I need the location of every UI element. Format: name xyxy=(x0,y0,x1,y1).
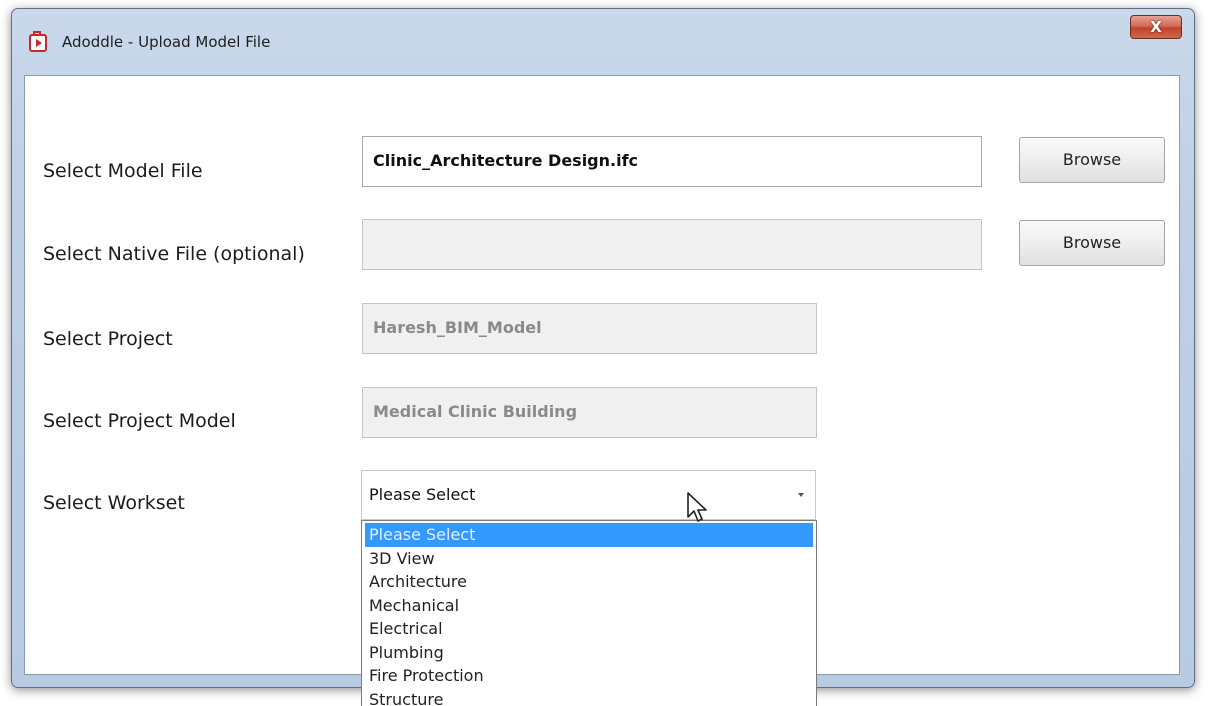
workset-option[interactable]: Plumbing xyxy=(362,641,816,665)
workset-option[interactable]: Electrical xyxy=(362,617,816,641)
close-icon: X xyxy=(1150,18,1162,36)
project-label: Select Project xyxy=(43,328,173,350)
project-model-label: Select Project Model xyxy=(43,410,236,432)
workset-option[interactable]: Architecture xyxy=(362,570,816,594)
close-button[interactable]: X xyxy=(1130,15,1182,39)
project-model-field: Medical Clinic Building xyxy=(362,387,817,438)
workset-select[interactable]: Please Select xyxy=(361,470,816,520)
workset-option[interactable]: Structure xyxy=(362,688,816,706)
window-title: Adoddle - Upload Model File xyxy=(62,33,271,51)
workset-option[interactable]: Fire Protection xyxy=(362,664,816,688)
native-file-label: Select Native File (optional) xyxy=(43,243,305,265)
native-file-browse-button[interactable]: Browse xyxy=(1019,220,1165,266)
model-file-browse-button[interactable]: Browse xyxy=(1019,137,1165,183)
title-bar[interactable]: Adoddle - Upload Model File X xyxy=(12,9,1194,77)
model-file-field[interactable]: Clinic_Architecture Design.ifc xyxy=(362,136,982,187)
project-field: Haresh_BIM_Model xyxy=(362,303,817,354)
workset-option[interactable]: Mechanical xyxy=(362,594,816,618)
chevron-down-icon[interactable] xyxy=(798,493,804,497)
model-file-label: Select Model File xyxy=(43,160,203,182)
adoddle-app-icon xyxy=(29,31,47,52)
workset-option[interactable]: Please Select xyxy=(365,523,813,547)
mouse-pointer-icon xyxy=(687,492,707,522)
native-file-field[interactable] xyxy=(362,219,982,270)
workset-dropdown-list: Please Select 3D View Architecture Mecha… xyxy=(361,520,817,706)
workset-selected-value: Please Select xyxy=(369,485,476,504)
workset-label: Select Workset xyxy=(43,492,185,514)
workset-option[interactable]: 3D View xyxy=(362,547,816,571)
